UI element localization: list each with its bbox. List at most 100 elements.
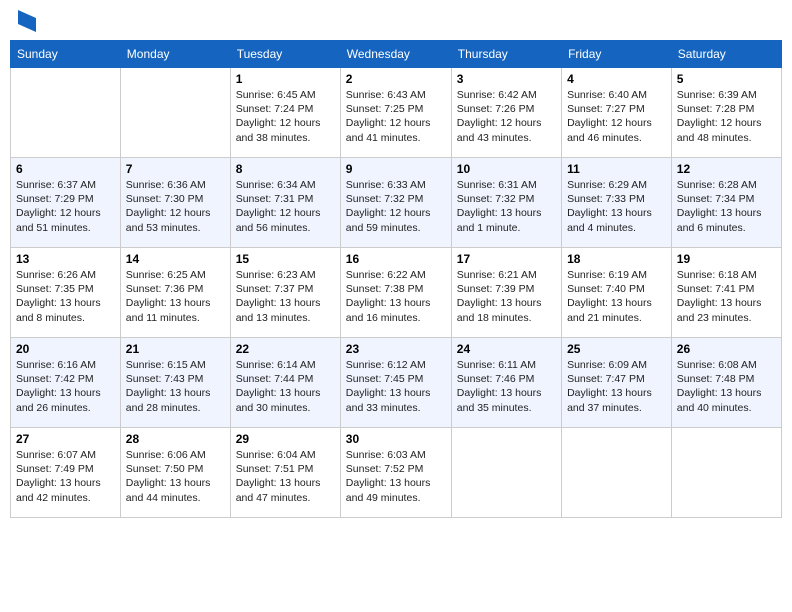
calendar-cell: 26 Sunrise: 6:08 AMSunset: 7:48 PMDayligh… <box>671 338 781 428</box>
day-info: Sunrise: 6:36 AMSunset: 7:30 PMDaylight:… <box>126 178 225 235</box>
day-info: Sunrise: 6:06 AMSunset: 7:50 PMDaylight:… <box>126 448 225 505</box>
calendar-cell: 9 Sunrise: 6:33 AMSunset: 7:32 PMDaylight… <box>340 158 451 248</box>
day-number: 14 <box>126 252 225 266</box>
day-info: Sunrise: 6:31 AMSunset: 7:32 PMDaylight:… <box>457 178 556 235</box>
day-info: Sunrise: 6:34 AMSunset: 7:31 PMDaylight:… <box>236 178 335 235</box>
calendar-cell: 7 Sunrise: 6:36 AMSunset: 7:30 PMDaylight… <box>120 158 230 248</box>
day-info: Sunrise: 6:26 AMSunset: 7:35 PMDaylight:… <box>16 268 115 325</box>
calendar-cell <box>562 428 672 518</box>
calendar-cell: 30Sunrise: 6:03 AMSunset: 7:52 PMDayligh… <box>340 428 451 518</box>
logo-icon <box>18 10 36 32</box>
day-number: 6 <box>16 162 115 176</box>
calendar-cell: 6 Sunrise: 6:37 AMSunset: 7:29 PMDaylight… <box>11 158 121 248</box>
column-header-saturday: Saturday <box>671 41 781 68</box>
calendar-week-row: 1 Sunrise: 6:45 AMSunset: 7:24 PMDaylight… <box>11 68 782 158</box>
calendar-week-row: 20 Sunrise: 6:16 AMSunset: 7:42 PMDayligh… <box>11 338 782 428</box>
day-number: 10 <box>457 162 556 176</box>
day-number: 22 <box>236 342 335 356</box>
calendar-cell <box>120 68 230 158</box>
calendar-table: SundayMondayTuesdayWednesdayThursdayFrid… <box>10 40 782 518</box>
calendar-week-row: 13 Sunrise: 6:26 AMSunset: 7:35 PMDayligh… <box>11 248 782 338</box>
day-info: Sunrise: 6:03 AMSunset: 7:52 PMDaylight:… <box>346 448 446 505</box>
calendar-cell: 2Sunrise: 6:43 AMSunset: 7:25 PMDaylight… <box>340 68 451 158</box>
day-info: Sunrise: 6:22 AMSunset: 7:38 PMDaylight:… <box>346 268 446 325</box>
calendar-cell: 21 Sunrise: 6:15 AMSunset: 7:43 PMDayligh… <box>120 338 230 428</box>
day-number: 28 <box>126 432 225 446</box>
column-header-wednesday: Wednesday <box>340 41 451 68</box>
day-number: 16 <box>346 252 446 266</box>
calendar-cell: 18 Sunrise: 6:19 AMSunset: 7:40 PMDayligh… <box>562 248 672 338</box>
calendar-cell: 25 Sunrise: 6:09 AMSunset: 7:47 PMDayligh… <box>562 338 672 428</box>
calendar-header-row: SundayMondayTuesdayWednesdayThursdayFrid… <box>11 41 782 68</box>
calendar-cell: 4 Sunrise: 6:40 AMSunset: 7:27 PMDaylight… <box>562 68 672 158</box>
day-info: Sunrise: 6:43 AMSunset: 7:25 PMDaylight:… <box>346 88 446 145</box>
day-info: Sunrise: 6:37 AMSunset: 7:29 PMDaylight:… <box>16 178 115 235</box>
day-number: 17 <box>457 252 556 266</box>
day-info: Sunrise: 6:33 AMSunset: 7:32 PMDaylight:… <box>346 178 446 235</box>
day-number: 11 <box>567 162 666 176</box>
day-info: Sunrise: 6:19 AMSunset: 7:40 PMDaylight:… <box>567 268 666 325</box>
day-number: 26 <box>677 342 776 356</box>
day-info: Sunrise: 6:11 AMSunset: 7:46 PMDaylight:… <box>457 358 556 415</box>
calendar-cell: 5 Sunrise: 6:39 AMSunset: 7:28 PMDaylight… <box>671 68 781 158</box>
calendar-cell: 27 Sunrise: 6:07 AMSunset: 7:49 PMDayligh… <box>11 428 121 518</box>
day-info: Sunrise: 6:28 AMSunset: 7:34 PMDaylight:… <box>677 178 776 235</box>
day-number: 29 <box>236 432 335 446</box>
day-info: Sunrise: 6:23 AMSunset: 7:37 PMDaylight:… <box>236 268 335 325</box>
day-info: Sunrise: 6:40 AMSunset: 7:27 PMDaylight:… <box>567 88 666 145</box>
calendar-cell: 24 Sunrise: 6:11 AMSunset: 7:46 PMDayligh… <box>451 338 561 428</box>
calendar-cell: 22Sunrise: 6:14 AMSunset: 7:44 PMDayligh… <box>230 338 340 428</box>
day-number: 19 <box>677 252 776 266</box>
day-number: 1 <box>236 72 335 86</box>
calendar-cell: 23 Sunrise: 6:12 AMSunset: 7:45 PMDayligh… <box>340 338 451 428</box>
calendar-cell: 16 Sunrise: 6:22 AMSunset: 7:38 PMDayligh… <box>340 248 451 338</box>
calendar-cell: 20 Sunrise: 6:16 AMSunset: 7:42 PMDayligh… <box>11 338 121 428</box>
calendar-cell: 28 Sunrise: 6:06 AMSunset: 7:50 PMDayligh… <box>120 428 230 518</box>
day-info: Sunrise: 6:42 AMSunset: 7:26 PMDaylight:… <box>457 88 556 145</box>
day-info: Sunrise: 6:15 AMSunset: 7:43 PMDaylight:… <box>126 358 225 415</box>
day-info: Sunrise: 6:29 AMSunset: 7:33 PMDaylight:… <box>567 178 666 235</box>
day-number: 4 <box>567 72 666 86</box>
day-info: Sunrise: 6:12 AMSunset: 7:45 PMDaylight:… <box>346 358 446 415</box>
column-header-monday: Monday <box>120 41 230 68</box>
day-number: 15 <box>236 252 335 266</box>
calendar-cell: 29 Sunrise: 6:04 AMSunset: 7:51 PMDayligh… <box>230 428 340 518</box>
calendar-cell <box>671 428 781 518</box>
calendar-cell: 1 Sunrise: 6:45 AMSunset: 7:24 PMDaylight… <box>230 68 340 158</box>
calendar-cell: 3Sunrise: 6:42 AMSunset: 7:26 PMDaylight… <box>451 68 561 158</box>
day-info: Sunrise: 6:04 AMSunset: 7:51 PMDaylight:… <box>236 448 335 505</box>
day-number: 21 <box>126 342 225 356</box>
column-header-sunday: Sunday <box>11 41 121 68</box>
calendar-cell: 8Sunrise: 6:34 AMSunset: 7:31 PMDaylight… <box>230 158 340 248</box>
day-info: Sunrise: 6:07 AMSunset: 7:49 PMDaylight:… <box>16 448 115 505</box>
day-number: 9 <box>346 162 446 176</box>
day-info: Sunrise: 6:45 AMSunset: 7:24 PMDaylight:… <box>236 88 335 145</box>
calendar-cell: 15 Sunrise: 6:23 AMSunset: 7:37 PMDayligh… <box>230 248 340 338</box>
day-number: 7 <box>126 162 225 176</box>
day-number: 27 <box>16 432 115 446</box>
calendar-cell: 19Sunrise: 6:18 AMSunset: 7:41 PMDayligh… <box>671 248 781 338</box>
day-info: Sunrise: 6:16 AMSunset: 7:42 PMDaylight:… <box>16 358 115 415</box>
column-header-tuesday: Tuesday <box>230 41 340 68</box>
day-info: Sunrise: 6:21 AMSunset: 7:39 PMDaylight:… <box>457 268 556 325</box>
day-info: Sunrise: 6:08 AMSunset: 7:48 PMDaylight:… <box>677 358 776 415</box>
day-number: 5 <box>677 72 776 86</box>
calendar-cell: 17 Sunrise: 6:21 AMSunset: 7:39 PMDayligh… <box>451 248 561 338</box>
calendar-cell: 13 Sunrise: 6:26 AMSunset: 7:35 PMDayligh… <box>11 248 121 338</box>
day-number: 23 <box>346 342 446 356</box>
calendar-cell <box>11 68 121 158</box>
column-header-friday: Friday <box>562 41 672 68</box>
column-header-thursday: Thursday <box>451 41 561 68</box>
day-number: 18 <box>567 252 666 266</box>
day-info: Sunrise: 6:09 AMSunset: 7:47 PMDaylight:… <box>567 358 666 415</box>
calendar-cell <box>451 428 561 518</box>
page-header <box>10 10 782 32</box>
day-info: Sunrise: 6:39 AMSunset: 7:28 PMDaylight:… <box>677 88 776 145</box>
day-number: 24 <box>457 342 556 356</box>
logo <box>14 10 36 32</box>
calendar-cell: 11 Sunrise: 6:29 AMSunset: 7:33 PMDayligh… <box>562 158 672 248</box>
day-number: 20 <box>16 342 115 356</box>
day-number: 25 <box>567 342 666 356</box>
day-number: 13 <box>16 252 115 266</box>
calendar-week-row: 27 Sunrise: 6:07 AMSunset: 7:49 PMDayligh… <box>11 428 782 518</box>
